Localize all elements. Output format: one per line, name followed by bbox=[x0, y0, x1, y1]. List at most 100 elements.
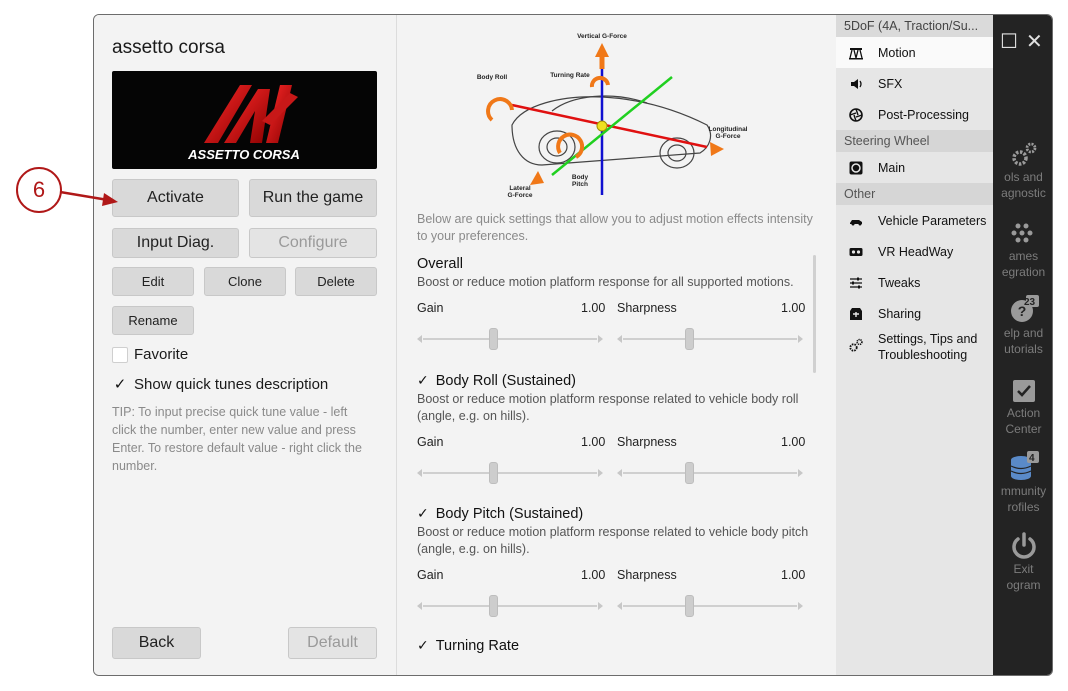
sidebar-item-community[interactable]: 4 mmunity rofiles bbox=[993, 451, 1052, 515]
gain-value[interactable]: 1.00 bbox=[581, 301, 605, 315]
checkmark-icon[interactable]: ✓ bbox=[417, 637, 429, 654]
slider-left-arrow-icon[interactable] bbox=[617, 602, 622, 610]
favorite-checkbox[interactable] bbox=[112, 346, 128, 363]
turning-rate-section: ✓ Turning Rate bbox=[417, 637, 812, 654]
body-roll-section: ✓ Body Roll (Sustained) Boost or reduce m… bbox=[417, 372, 812, 485]
checkmark-icon[interactable]: ✓ bbox=[112, 375, 128, 393]
app-window: assetto corsa ASSETTO CORSA Activate Run… bbox=[93, 14, 1053, 676]
input-diag-button[interactable]: Input Diag. bbox=[112, 228, 239, 258]
sharpness-value[interactable]: 1.00 bbox=[781, 301, 805, 315]
sidebar-item-tools[interactable]: ols and agnostic bbox=[993, 139, 1052, 201]
section-title[interactable]: ✓ Turning Rate bbox=[417, 637, 812, 654]
slider-right-arrow-icon[interactable] bbox=[598, 602, 603, 610]
menu-item-vehicle-parameters[interactable]: Vehicle Parameters bbox=[836, 205, 993, 236]
sidebar-item-games[interactable]: ames egration bbox=[993, 220, 1052, 280]
sidebar-label: ols and bbox=[1004, 170, 1043, 184]
rename-button[interactable]: Rename bbox=[112, 306, 194, 335]
menu-header-profile[interactable]: 5DoF (4A, Traction/Su... bbox=[836, 15, 993, 37]
edit-button[interactable]: Edit bbox=[112, 267, 194, 296]
default-button[interactable]: Default bbox=[288, 627, 377, 659]
menu-item-motion[interactable]: Motion bbox=[836, 37, 993, 68]
menu-item-vr-headway[interactable]: VR HeadWay bbox=[836, 236, 993, 267]
sidebar-item-help[interactable]: ? 23 elp and utorials bbox=[993, 295, 1052, 357]
delete-button[interactable]: Delete bbox=[295, 267, 377, 296]
sharpness-value[interactable]: 1.00 bbox=[781, 435, 805, 449]
menu-item-settings-tips[interactable]: Settings, Tips and Troubleshooting bbox=[836, 329, 993, 367]
gain-slider[interactable] bbox=[417, 327, 603, 351]
overall-section: Overall Boost or reduce motion platform … bbox=[417, 256, 812, 351]
slider-right-arrow-icon[interactable] bbox=[598, 469, 603, 477]
param-row: Gain 1.00 Sharpness 1.00 bbox=[417, 568, 812, 586]
logo-text: ASSETTO CORSA bbox=[187, 147, 300, 162]
slider-left-arrow-icon[interactable] bbox=[417, 469, 422, 477]
gain-slider[interactable] bbox=[417, 594, 603, 618]
activate-button[interactable]: Activate bbox=[112, 179, 239, 217]
longitudinal-gforce-label: G-Force bbox=[716, 133, 741, 140]
checkmark-icon[interactable]: ✓ bbox=[417, 505, 429, 522]
slider-right-arrow-icon[interactable] bbox=[798, 335, 803, 343]
sharpness-label: Sharpness bbox=[617, 301, 677, 315]
section-title[interactable]: ✓ Body Roll (Sustained) bbox=[417, 372, 812, 389]
steering-wheel-icon bbox=[848, 160, 864, 176]
database-icon: 4 bbox=[993, 451, 1052, 483]
section-description: Boost or reduce motion platform response… bbox=[417, 392, 799, 423]
sharpness-value[interactable]: 1.00 bbox=[781, 568, 805, 582]
menu-label: Vehicle Parameters bbox=[878, 213, 987, 228]
sharpness-slider[interactable] bbox=[617, 461, 803, 485]
slider-left-arrow-icon[interactable] bbox=[417, 602, 422, 610]
help-icon: ? 23 bbox=[993, 295, 1052, 325]
menu-item-main[interactable]: Main bbox=[836, 152, 993, 183]
menu-label: Tweaks bbox=[878, 275, 921, 290]
slider-right-arrow-icon[interactable] bbox=[798, 602, 803, 610]
slider-right-arrow-icon[interactable] bbox=[798, 469, 803, 477]
menu-label: SFX bbox=[878, 76, 903, 91]
tip-text: TIP: To input precise quick tune value -… bbox=[112, 405, 362, 473]
motion-platform-icon bbox=[848, 45, 864, 61]
section-title[interactable]: ✓ Body Pitch (Sustained) bbox=[417, 505, 812, 522]
menu-item-tweaks[interactable]: Tweaks bbox=[836, 267, 993, 298]
sidebar-item-exit[interactable]: Exit ogram bbox=[993, 531, 1052, 593]
sidebar-label: elp and bbox=[1003, 326, 1044, 340]
slider-left-arrow-icon[interactable] bbox=[417, 335, 422, 343]
center-point bbox=[596, 120, 608, 132]
main-sidebar: ☐ ✕ ols and agnostic ames egration ? 23 … bbox=[993, 15, 1052, 675]
checkmark-icon[interactable]: ✓ bbox=[417, 372, 429, 389]
favorite-checkbox-row[interactable]: Favorite bbox=[112, 346, 188, 363]
menu-header-steering: Steering Wheel bbox=[836, 130, 993, 152]
gain-value[interactable]: 1.00 bbox=[581, 435, 605, 449]
maximize-icon[interactable]: ☐ bbox=[1000, 29, 1018, 54]
gain-value[interactable]: 1.00 bbox=[581, 568, 605, 582]
slider-thumb[interactable] bbox=[685, 328, 694, 350]
checkbox-icon bbox=[993, 377, 1052, 405]
configure-button[interactable]: Configure bbox=[249, 228, 377, 258]
sharpness-slider[interactable] bbox=[617, 327, 803, 351]
slider-right-arrow-icon[interactable] bbox=[598, 335, 603, 343]
sidebar-item-action-center[interactable]: Action Center bbox=[993, 377, 1052, 437]
back-button[interactable]: Back bbox=[112, 627, 201, 659]
step-callout: 6 bbox=[16, 167, 62, 213]
slider-left-arrow-icon[interactable] bbox=[617, 469, 622, 477]
close-icon[interactable]: ✕ bbox=[1026, 29, 1043, 54]
clone-button[interactable]: Clone bbox=[204, 267, 286, 296]
gain-slider[interactable] bbox=[417, 461, 603, 485]
slider-thumb[interactable] bbox=[489, 595, 498, 617]
gain-label: Gain bbox=[417, 568, 444, 582]
quick-tunes-panel: Vertical G-Force Turning Rate Body Roll … bbox=[396, 15, 836, 675]
menu-item-post-processing[interactable]: Post-Processing bbox=[836, 99, 993, 130]
sharpness-slider[interactable] bbox=[617, 594, 803, 618]
gears-icon bbox=[993, 139, 1052, 169]
slider-thumb[interactable] bbox=[685, 595, 694, 617]
slider-thumb[interactable] bbox=[489, 462, 498, 484]
run-game-button[interactable]: Run the game bbox=[249, 179, 377, 217]
game-title: assetto corsa bbox=[112, 37, 225, 58]
scrollbar[interactable] bbox=[813, 255, 816, 373]
slider-thumb[interactable] bbox=[685, 462, 694, 484]
lateral-label: Lateral bbox=[509, 185, 531, 192]
menu-item-sfx[interactable]: SFX bbox=[836, 68, 993, 99]
slider-thumb[interactable] bbox=[489, 328, 498, 350]
vertical-gforce-label: Vertical G-Force bbox=[577, 33, 627, 40]
menu-item-sharing[interactable]: Sharing bbox=[836, 298, 993, 329]
show-quick-tunes-row[interactable]: ✓ Show quick tunes description bbox=[112, 375, 329, 394]
gears-icon bbox=[848, 337, 864, 353]
slider-left-arrow-icon[interactable] bbox=[617, 335, 622, 343]
